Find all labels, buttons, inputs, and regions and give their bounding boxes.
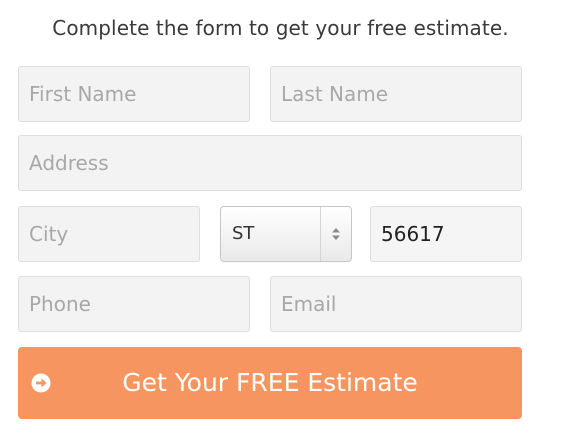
get-estimate-label: Get Your FREE Estimate [122, 368, 418, 397]
last-name-input[interactable] [271, 67, 521, 121]
get-estimate-button[interactable]: Get Your FREE Estimate [18, 347, 522, 419]
arrow-circle-right-icon [31, 373, 51, 393]
address-field-wrapper [18, 135, 522, 191]
first-name-input[interactable] [19, 67, 249, 121]
last-name-field-wrapper [270, 66, 522, 122]
zip-field-wrapper [370, 206, 522, 262]
zip-input[interactable] [371, 207, 521, 261]
email-field-wrapper [270, 276, 522, 332]
email-input[interactable] [271, 277, 521, 331]
first-name-field-wrapper [18, 66, 250, 122]
city-field-wrapper [18, 206, 200, 262]
state-select[interactable]: ST [220, 206, 352, 262]
select-arrows-icon [320, 207, 351, 261]
state-select-value: ST [232, 223, 255, 244]
form-heading: Complete the form to get your free estim… [52, 16, 509, 40]
address-input[interactable] [19, 136, 521, 190]
city-input[interactable] [19, 207, 199, 261]
phone-field-wrapper [18, 276, 250, 332]
phone-input[interactable] [19, 277, 249, 331]
